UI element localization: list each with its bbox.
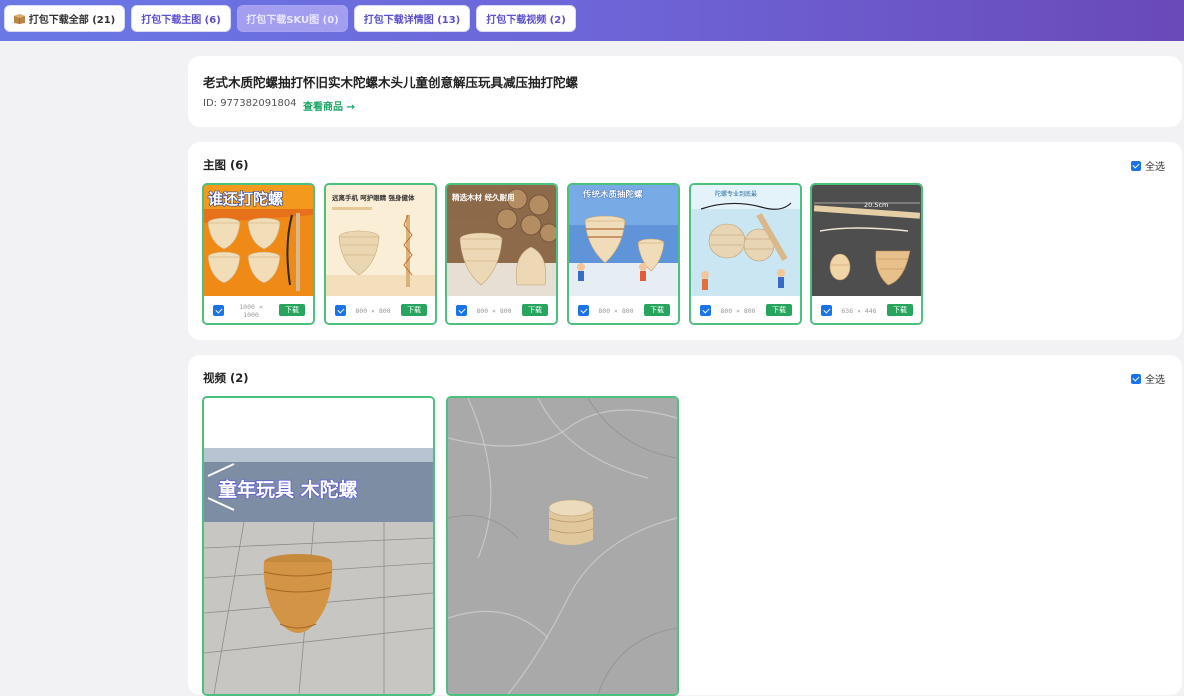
main-images-title: 主图 (6) <box>203 158 249 172</box>
tile-footer: 1000 × 1000 下载 <box>204 296 313 323</box>
image-select-checkbox[interactable] <box>578 305 589 316</box>
download-image-button[interactable]: 下载 <box>644 304 670 316</box>
video-tile[interactable] <box>446 396 679 696</box>
download-videos-button[interactable]: 打包下载视频 (2) <box>476 5 576 32</box>
tile-footer: 800 × 800 下载 <box>447 296 556 323</box>
product-image: 谁还打陀螺 <box>204 185 313 296</box>
download-detail-images-label: 打包下载详情图 (13) <box>363 15 461 26</box>
download-image-button[interactable]: 下载 <box>279 304 305 316</box>
tile-footer: 800 × 800 下载 <box>569 296 678 323</box>
image-dimensions: 1000 × 1000 <box>239 303 263 319</box>
image-select-checkbox[interactable] <box>821 305 832 316</box>
download-all-label: 打包下载全部 (21) <box>28 15 116 26</box>
product-title: 老式木质陀螺抽打怀旧实木陀螺木头儿童创意解压玩具减压抽打陀螺 <box>203 75 579 90</box>
download-all-button[interactable]: 打包下载全部 (21) <box>4 5 125 32</box>
svg-text:童年玩具 木陀螺: 童年玩具 木陀螺 <box>218 478 358 501</box>
image-dimensions: 800 × 800 <box>720 307 756 315</box>
image-dimensions: 800 × 800 <box>476 307 512 315</box>
product-image: 陀螺专业到底最 <box>691 185 800 296</box>
select-all-label: 全选 <box>1145 375 1165 386</box>
image-dimensions: 800 × 800 <box>355 307 391 315</box>
videos-title: 视频 (2) <box>203 371 249 385</box>
svg-text:陀螺专业到底最: 陀螺专业到底最 <box>715 190 757 198</box>
product-image: 传统木质抽陀螺 <box>569 185 678 296</box>
image-dimensions: 800 × 800 <box>598 307 634 315</box>
product-image: 精选木材 经久耐用 <box>447 185 556 296</box>
main-image-tile[interactable]: 谁还打陀螺 1000 × 1000 下载 <box>202 183 315 325</box>
tile-footer: 800 × 800 下载 <box>326 296 435 323</box>
download-main-images-label: 打包下载主图 (6) <box>141 15 221 26</box>
videos-select-all[interactable]: 全选 <box>1131 371 1165 386</box>
main-image-tile[interactable]: 精选木材 经久耐用 800 × 800 下载 <box>445 183 558 325</box>
image-dimensions: 636 × 446 <box>841 307 877 315</box>
main-image-tile[interactable]: 20.5cm 636 × 446 下载 <box>810 183 923 325</box>
download-sku-images-button[interactable]: 打包下载SKU图 (0) <box>237 5 348 32</box>
product-info-card: 老式木质陀螺抽打怀旧实木陀螺木头儿童创意解压玩具减压抽打陀螺 ID: 97738… <box>188 56 1182 127</box>
product-image: 20.5cm <box>812 185 921 296</box>
video-thumbnail: 童年玩具 木陀螺 <box>204 398 433 694</box>
view-product-link[interactable]: 查看商品 → <box>303 98 355 113</box>
download-image-button[interactable]: 下载 <box>887 304 913 316</box>
image-select-checkbox[interactable] <box>213 305 224 316</box>
select-all-checkbox[interactable] <box>1131 160 1141 171</box>
download-image-button[interactable]: 下载 <box>401 304 427 316</box>
image-select-checkbox[interactable] <box>335 305 346 316</box>
download-image-button[interactable]: 下载 <box>522 304 548 316</box>
download-sku-images-label: 打包下载SKU图 (0) <box>246 15 339 26</box>
video-tile[interactable]: 童年玩具 木陀螺 <box>202 396 435 696</box>
svg-text:远离手机 呵护眼睛 强身健体: 远离手机 呵护眼睛 强身健体 <box>332 193 415 202</box>
main-image-tile[interactable]: 远离手机 呵护眼睛 强身健体 800 × 800 下载 <box>324 183 437 325</box>
select-all-checkbox[interactable] <box>1131 373 1141 384</box>
main-images-section: 主图 (6) 全选 谁还打陀螺 1000 × 1000 下载 远离手机 呵护眼睛… <box>188 142 1182 340</box>
image-select-checkbox[interactable] <box>700 305 711 316</box>
svg-text:20.5cm: 20.5cm <box>864 201 888 209</box>
product-id: ID: 977382091804 <box>203 98 297 109</box>
tile-footer: 800 × 800 下载 <box>691 296 800 323</box>
tile-footer: 636 × 446 下载 <box>812 296 921 323</box>
main-image-tile[interactable]: 传统木质抽陀螺 800 × 800 下载 <box>567 183 680 325</box>
product-image: 远离手机 呵护眼睛 强身健体 <box>326 185 435 296</box>
download-main-images-button[interactable]: 打包下载主图 (6) <box>131 5 231 32</box>
svg-text:传统木质抽陀螺: 传统木质抽陀螺 <box>582 189 643 200</box>
main-images-select-all[interactable]: 全选 <box>1131 158 1165 173</box>
package-icon <box>13 13 25 24</box>
image-select-checkbox[interactable] <box>456 305 467 316</box>
videos-section: 视频 (2) 全选 童年玩具 木陀螺 <box>188 355 1182 696</box>
main-image-tile[interactable]: 陀螺专业到底最 800 × 800 下载 <box>689 183 802 325</box>
download-image-button[interactable]: 下载 <box>766 304 792 316</box>
download-toolbar: 打包下载全部 (21) 打包下载主图 (6) 打包下载SKU图 (0) 打包下载… <box>0 0 1184 41</box>
video-thumbnail <box>448 398 677 694</box>
select-all-label: 全选 <box>1145 162 1165 173</box>
svg-text:谁还打陀螺: 谁还打陀螺 <box>208 190 283 208</box>
download-detail-images-button[interactable]: 打包下载详情图 (13) <box>354 5 470 32</box>
svg-text:精选木材 经久耐用: 精选木材 经久耐用 <box>452 192 515 202</box>
download-videos-label: 打包下载视频 (2) <box>486 15 566 26</box>
